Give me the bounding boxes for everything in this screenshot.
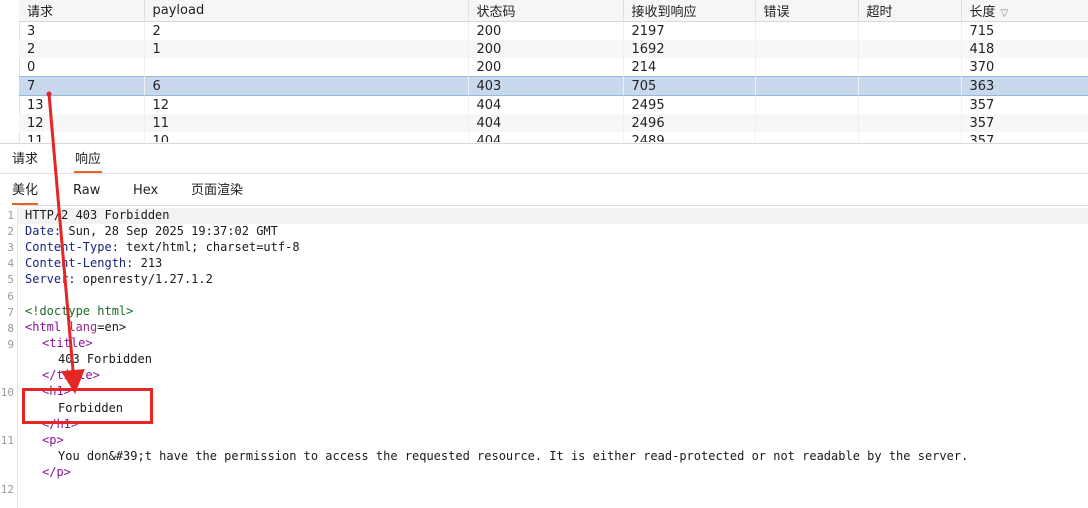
annotation-highlight-box (22, 388, 153, 424)
annotation-arrow (46, 91, 85, 394)
